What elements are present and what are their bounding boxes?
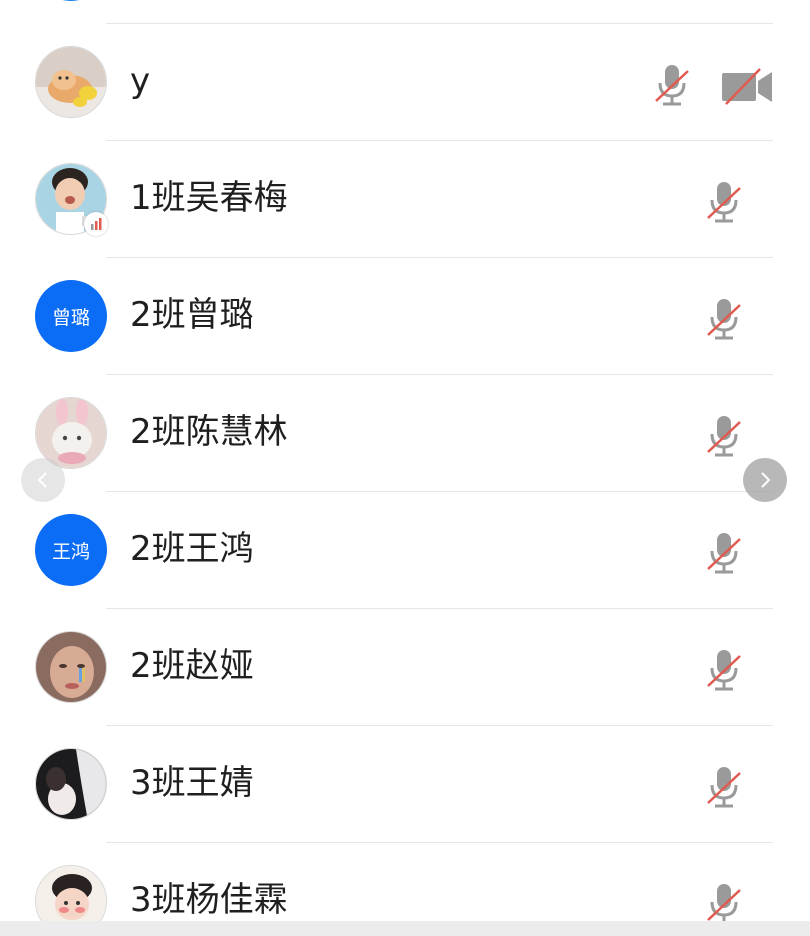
shiba-dog-photo-icon [36,47,106,117]
face-rainbow-tears-photo-icon [36,632,106,702]
avatar: 曾璐 [35,280,107,352]
participant-name: 2班曾璐 [130,295,254,335]
participant-row[interactable]: 王鸿 2班王鸿 [0,491,810,608]
camera-off-icon[interactable] [720,67,774,105]
avatar [35,748,107,820]
avatar [35,631,107,703]
row-divider [106,23,773,24]
bottom-bar [0,921,810,936]
participant-row[interactable]: y [0,23,810,140]
participant-list-screen: y 1班吴春梅 曾璐 2班曾璐 2班陈慧林 王鸿 2班王鸿 2班赵娅 3班王婧 … [0,0,810,936]
participant-row[interactable]: 2班陈慧林 [0,374,810,491]
mic-muted-icon[interactable] [706,765,742,809]
row-divider [106,608,773,609]
participant-row[interactable]: 3班王婧 [0,725,810,842]
mic-muted-icon[interactable] [654,63,690,107]
participant-name: 2班陈慧林 [130,412,288,452]
mic-muted-icon[interactable] [706,531,742,575]
avatar [35,46,107,118]
participant-row[interactable]: 1班吴春梅 [0,140,810,257]
avatar: 王鸿 [35,514,107,586]
participant-name: 1班吴春梅 [130,178,288,218]
previous-page-button[interactable] [21,458,65,502]
mic-muted-icon[interactable] [706,648,742,692]
participant-row[interactable]: 2班赵娅 [0,608,810,725]
chevron-right-icon [761,472,771,488]
next-page-button[interactable] [743,458,787,502]
chevron-left-icon [37,472,47,488]
mic-muted-icon[interactable] [706,180,742,224]
speaking-indicator-icon [84,212,108,236]
dark-photo-icon [36,749,106,819]
participant-name: y [130,61,151,101]
participant-name: 2班赵娅 [130,646,254,686]
row-divider [106,725,773,726]
mic-muted-icon[interactable] [706,297,742,341]
participant-name: 3班杨佳霖 [130,880,288,920]
mic-muted-icon[interactable] [706,414,742,458]
participant-list: y 1班吴春梅 曾璐 2班曾璐 2班陈慧林 王鸿 2班王鸿 2班赵娅 3班王婧 … [0,0,810,936]
row-divider [106,257,773,258]
mic-muted-icon[interactable] [706,882,742,926]
participant-row[interactable] [0,0,810,23]
participant-name: 2班王鸿 [130,529,254,569]
row-divider [106,491,773,492]
row-divider [106,842,773,843]
row-divider [106,374,773,375]
participant-name: 3班王婧 [130,763,254,803]
row-divider [106,140,773,141]
participant-row[interactable]: 曾璐 2班曾璐 [0,257,810,374]
avatar [35,0,107,1]
